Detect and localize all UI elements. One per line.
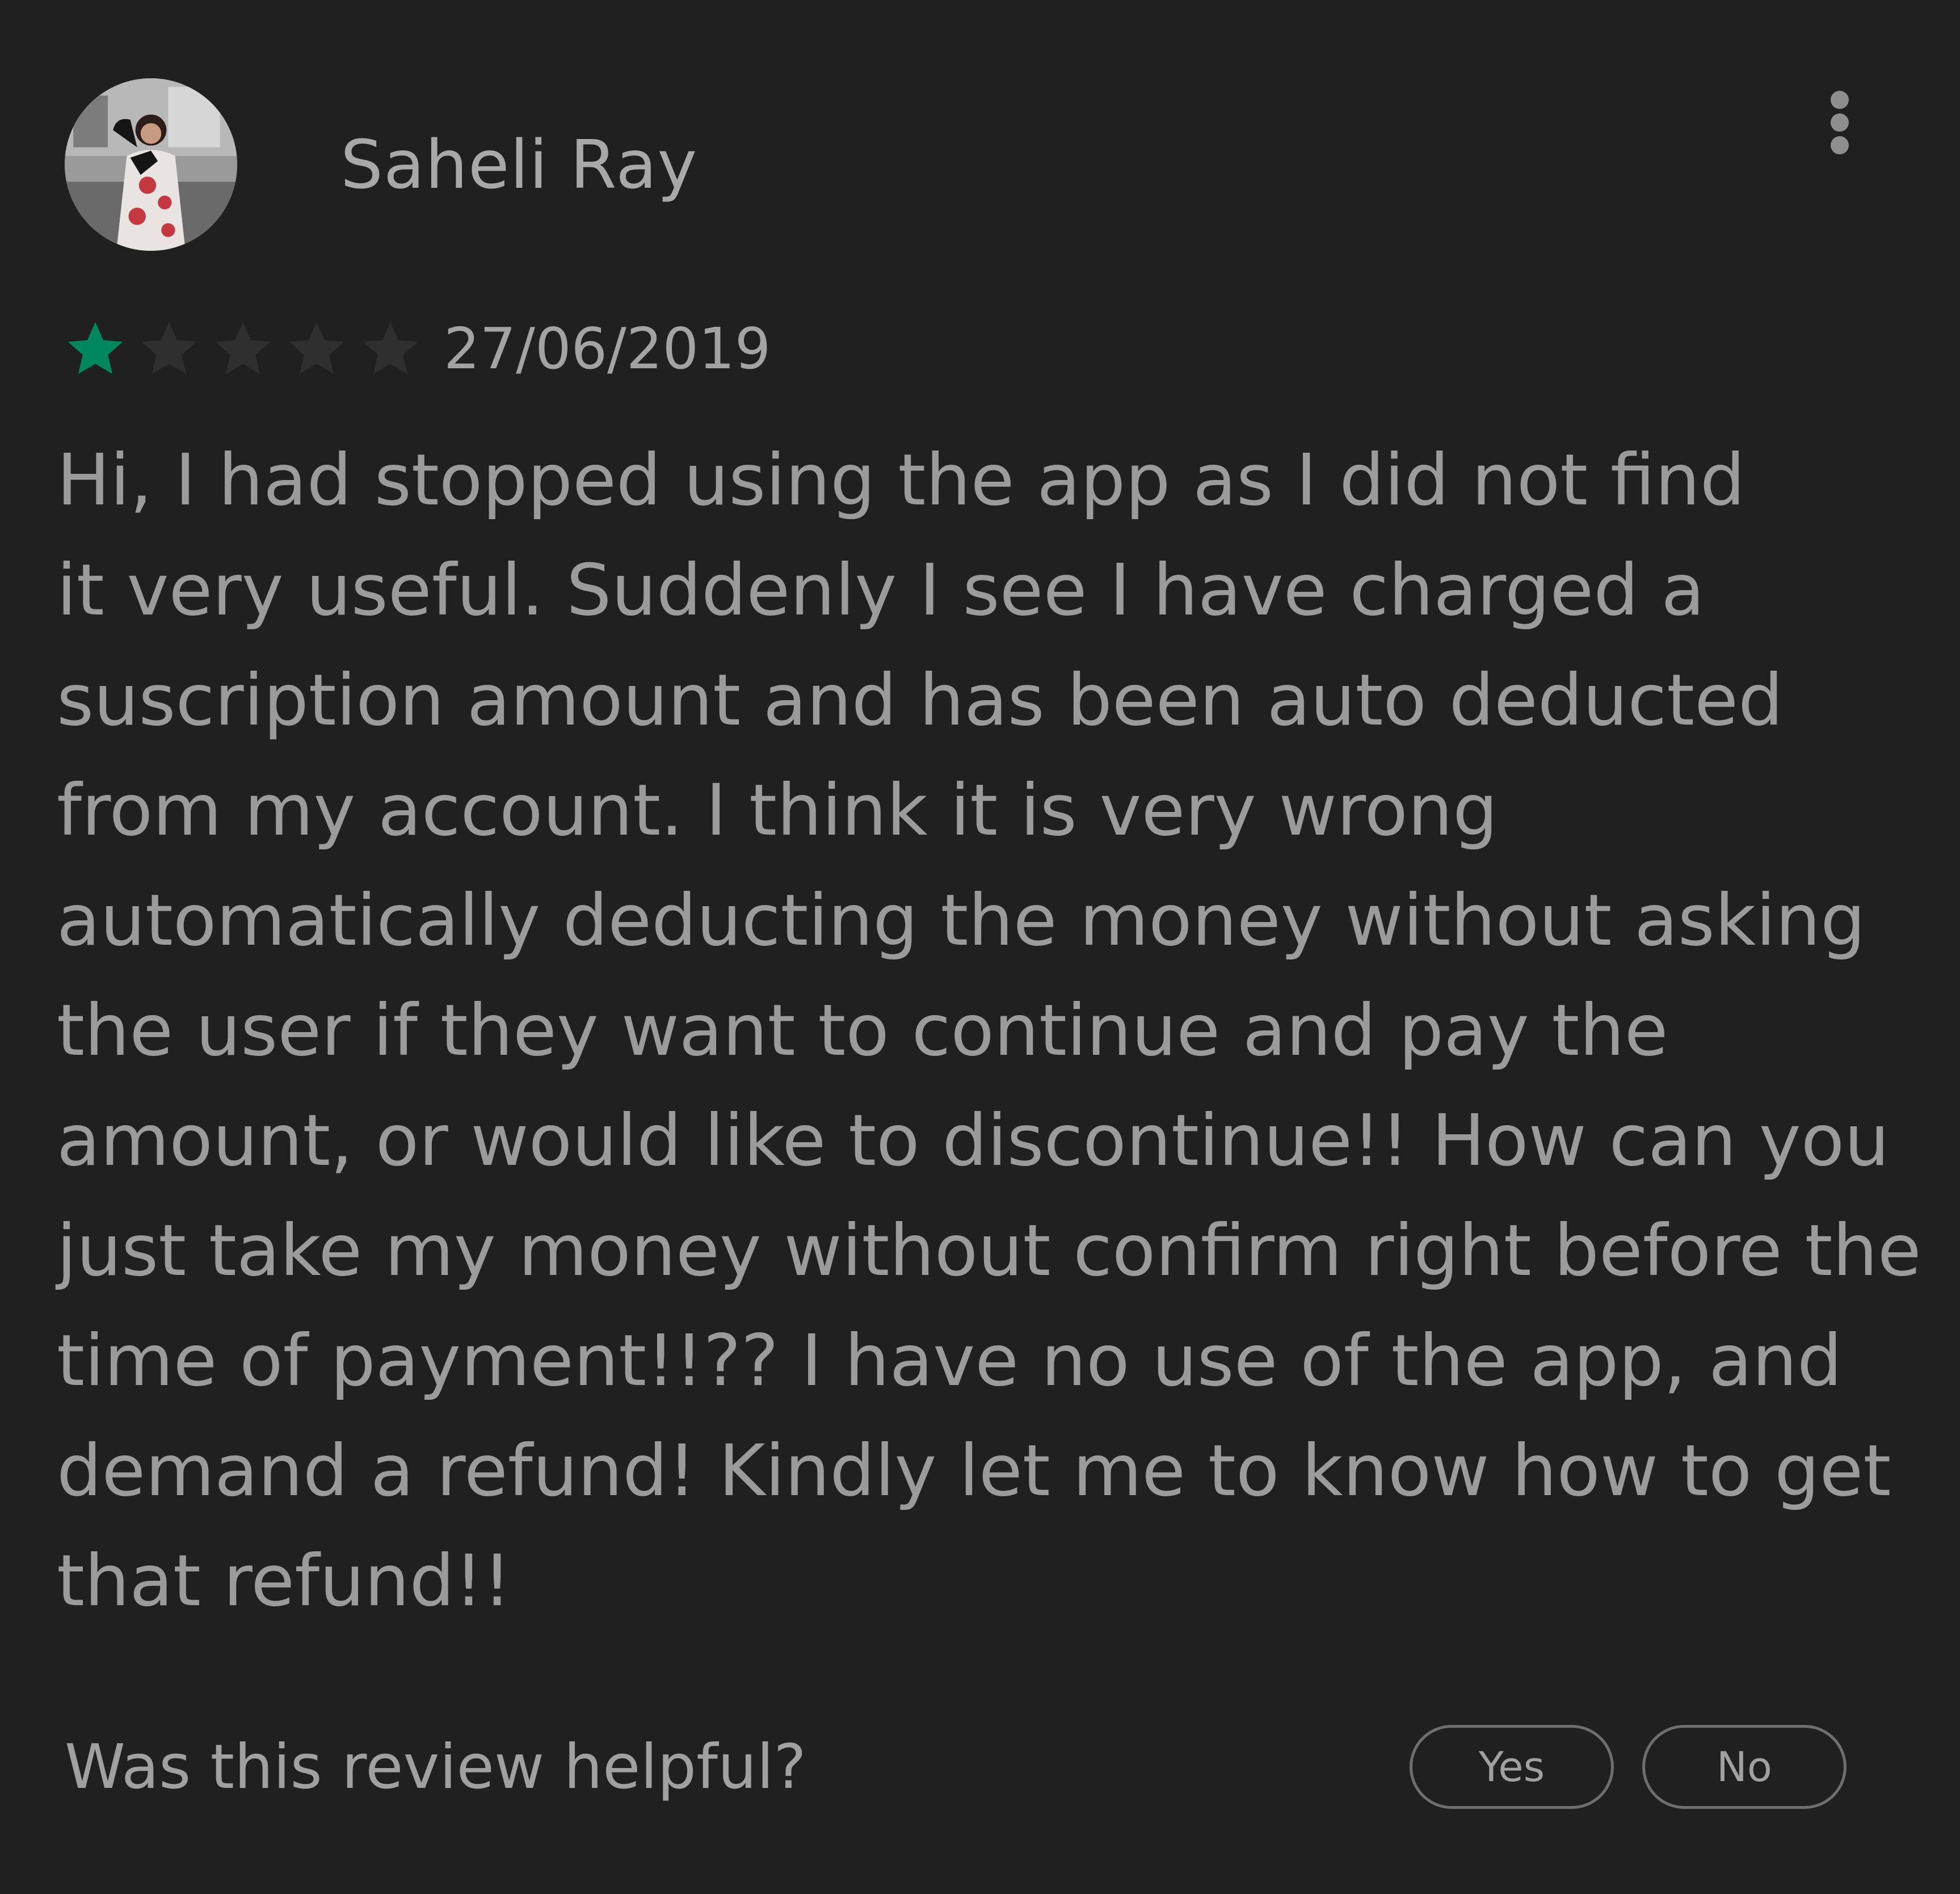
star-empty-icon bbox=[289, 322, 344, 374]
star-empty-icon bbox=[363, 322, 418, 374]
review-text-line: Hi, I had stopped using the app as I did… bbox=[57, 439, 1746, 521]
review-card: Saheli Ray 27/06/2019 Hi, I had stopped … bbox=[0, 0, 1960, 1894]
review-text-line: that refund!! bbox=[57, 1540, 512, 1622]
star-rating bbox=[62, 316, 423, 382]
review-text-line: automatically deducting the money withou… bbox=[57, 879, 1866, 962]
review-date: 27/06/2019 bbox=[444, 315, 771, 382]
star-empty-icon bbox=[141, 322, 197, 374]
review-text-line: demand a refund! Kindly let me to know h… bbox=[57, 1430, 1891, 1512]
review-text-line: from my account. I think it is very wron… bbox=[57, 769, 1498, 852]
review-text-line: time of payment!!?? I have no use of the… bbox=[57, 1320, 1843, 1402]
yes-button[interactable]: Yes bbox=[1410, 1725, 1614, 1809]
author-name: Saheli Ray bbox=[340, 125, 698, 204]
helpful-question: Was this review helpful? bbox=[65, 1732, 806, 1803]
review-text-line: suscription amount and has been auto ded… bbox=[57, 659, 1784, 742]
review-text-line: the user if they want to continue and pa… bbox=[57, 990, 1668, 1072]
review-text-line: just take my money without confirm right… bbox=[57, 1210, 1921, 1292]
star-filled-icon bbox=[68, 322, 123, 374]
avatar-image bbox=[65, 78, 237, 251]
review-text-line: it very useful. Suddenly I see I have ch… bbox=[57, 549, 1705, 632]
more-options-button[interactable] bbox=[1816, 85, 1864, 159]
no-button[interactable]: No bbox=[1642, 1725, 1847, 1809]
avatar[interactable] bbox=[65, 78, 237, 251]
star-empty-icon bbox=[215, 322, 271, 374]
rating-row: 27/06/2019 bbox=[62, 306, 771, 392]
review-body: Hi, I had stopped using the app as I did… bbox=[57, 426, 1929, 1636]
more-vert-icon bbox=[1831, 91, 1849, 109]
review-text-line: amount, or would like to discontinue!! H… bbox=[57, 1100, 1890, 1182]
